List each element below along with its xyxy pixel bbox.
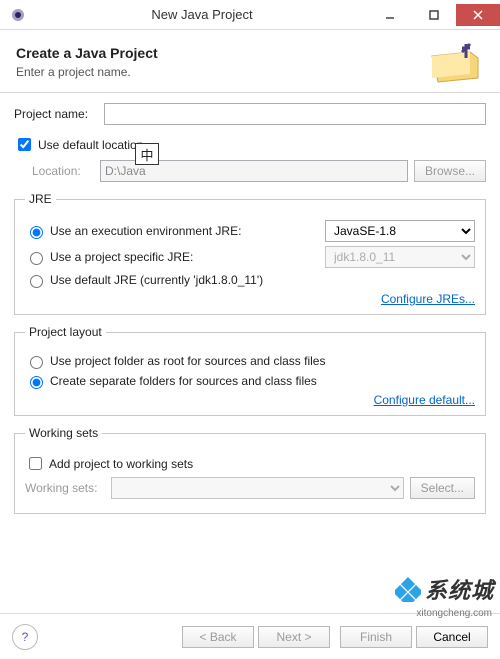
- wizard-footer: ? < Back Next > Finish Cancel: [0, 613, 500, 659]
- jre-default-label: Use default JRE (currently 'jdk1.8.0_11'…: [50, 273, 263, 287]
- jre-group: JRE Use an execution environment JRE: Ja…: [14, 192, 486, 315]
- help-button[interactable]: ?: [12, 624, 38, 650]
- project-name-input[interactable]: [104, 103, 486, 125]
- minimize-button[interactable]: [368, 4, 412, 26]
- project-layout-legend: Project layout: [25, 325, 106, 339]
- project-layout-group: Project layout Use project folder as roo…: [14, 325, 486, 416]
- eclipse-icon: [0, 7, 36, 23]
- jre-specific-select: jdk1.8.0_11: [325, 246, 475, 268]
- cancel-button[interactable]: Cancel: [416, 626, 488, 648]
- page-subtitle: Enter a project name.: [16, 65, 426, 79]
- working-sets-group: Working sets Add project to working sets…: [14, 426, 486, 514]
- project-name-label: Project name:: [14, 107, 104, 121]
- jre-specific-label: Use a project specific JRE:: [50, 250, 193, 264]
- add-working-sets-label: Add project to working sets: [49, 457, 193, 471]
- layout-separate-radio[interactable]: [30, 376, 43, 389]
- working-sets-select-button: Select...: [410, 477, 475, 499]
- working-sets-legend: Working sets: [25, 426, 102, 440]
- layout-root-label: Use project folder as root for sources a…: [50, 354, 325, 368]
- configure-jres-link[interactable]: Configure JREs...: [25, 292, 475, 306]
- browse-button: Browse...: [414, 160, 486, 182]
- working-sets-label: Working sets:: [25, 481, 111, 495]
- maximize-button[interactable]: [412, 4, 456, 26]
- jre-env-label: Use an execution environment JRE:: [50, 224, 241, 238]
- ime-indicator: 中: [135, 143, 159, 165]
- back-button: < Back: [182, 626, 254, 648]
- use-default-location-label: Use default location: [38, 138, 143, 152]
- next-button: Next >: [258, 626, 330, 648]
- add-working-sets-checkbox[interactable]: [29, 457, 42, 470]
- layout-separate-label: Create separate folders for sources and …: [50, 374, 317, 388]
- svg-text:?: ?: [22, 630, 29, 644]
- jre-specific-radio[interactable]: [30, 252, 43, 265]
- jre-legend: JRE: [25, 192, 56, 206]
- use-default-location-checkbox[interactable]: [18, 138, 31, 151]
- watermark-site: xitongcheng.com: [416, 608, 492, 619]
- window-title: New Java Project: [36, 7, 368, 22]
- wizard-header: Create a Java Project Enter a project na…: [0, 30, 500, 93]
- diamond-icon: [395, 576, 421, 602]
- jre-default-radio[interactable]: [30, 275, 43, 288]
- close-button[interactable]: [456, 4, 500, 26]
- working-sets-select: [111, 477, 404, 499]
- java-project-icon: [426, 38, 484, 86]
- watermark-brand: 系统城: [425, 573, 494, 605]
- layout-root-radio[interactable]: [30, 356, 43, 369]
- jre-env-select[interactable]: JavaSE-1.8: [325, 220, 475, 242]
- page-title: Create a Java Project: [16, 45, 426, 61]
- jre-env-radio[interactable]: [30, 226, 43, 239]
- window-titlebar: New Java Project: [0, 0, 500, 30]
- location-label: Location:: [32, 164, 100, 178]
- configure-default-link[interactable]: Configure default...: [25, 393, 475, 407]
- finish-button: Finish: [340, 626, 412, 648]
- watermark: 系统城: [395, 573, 494, 605]
